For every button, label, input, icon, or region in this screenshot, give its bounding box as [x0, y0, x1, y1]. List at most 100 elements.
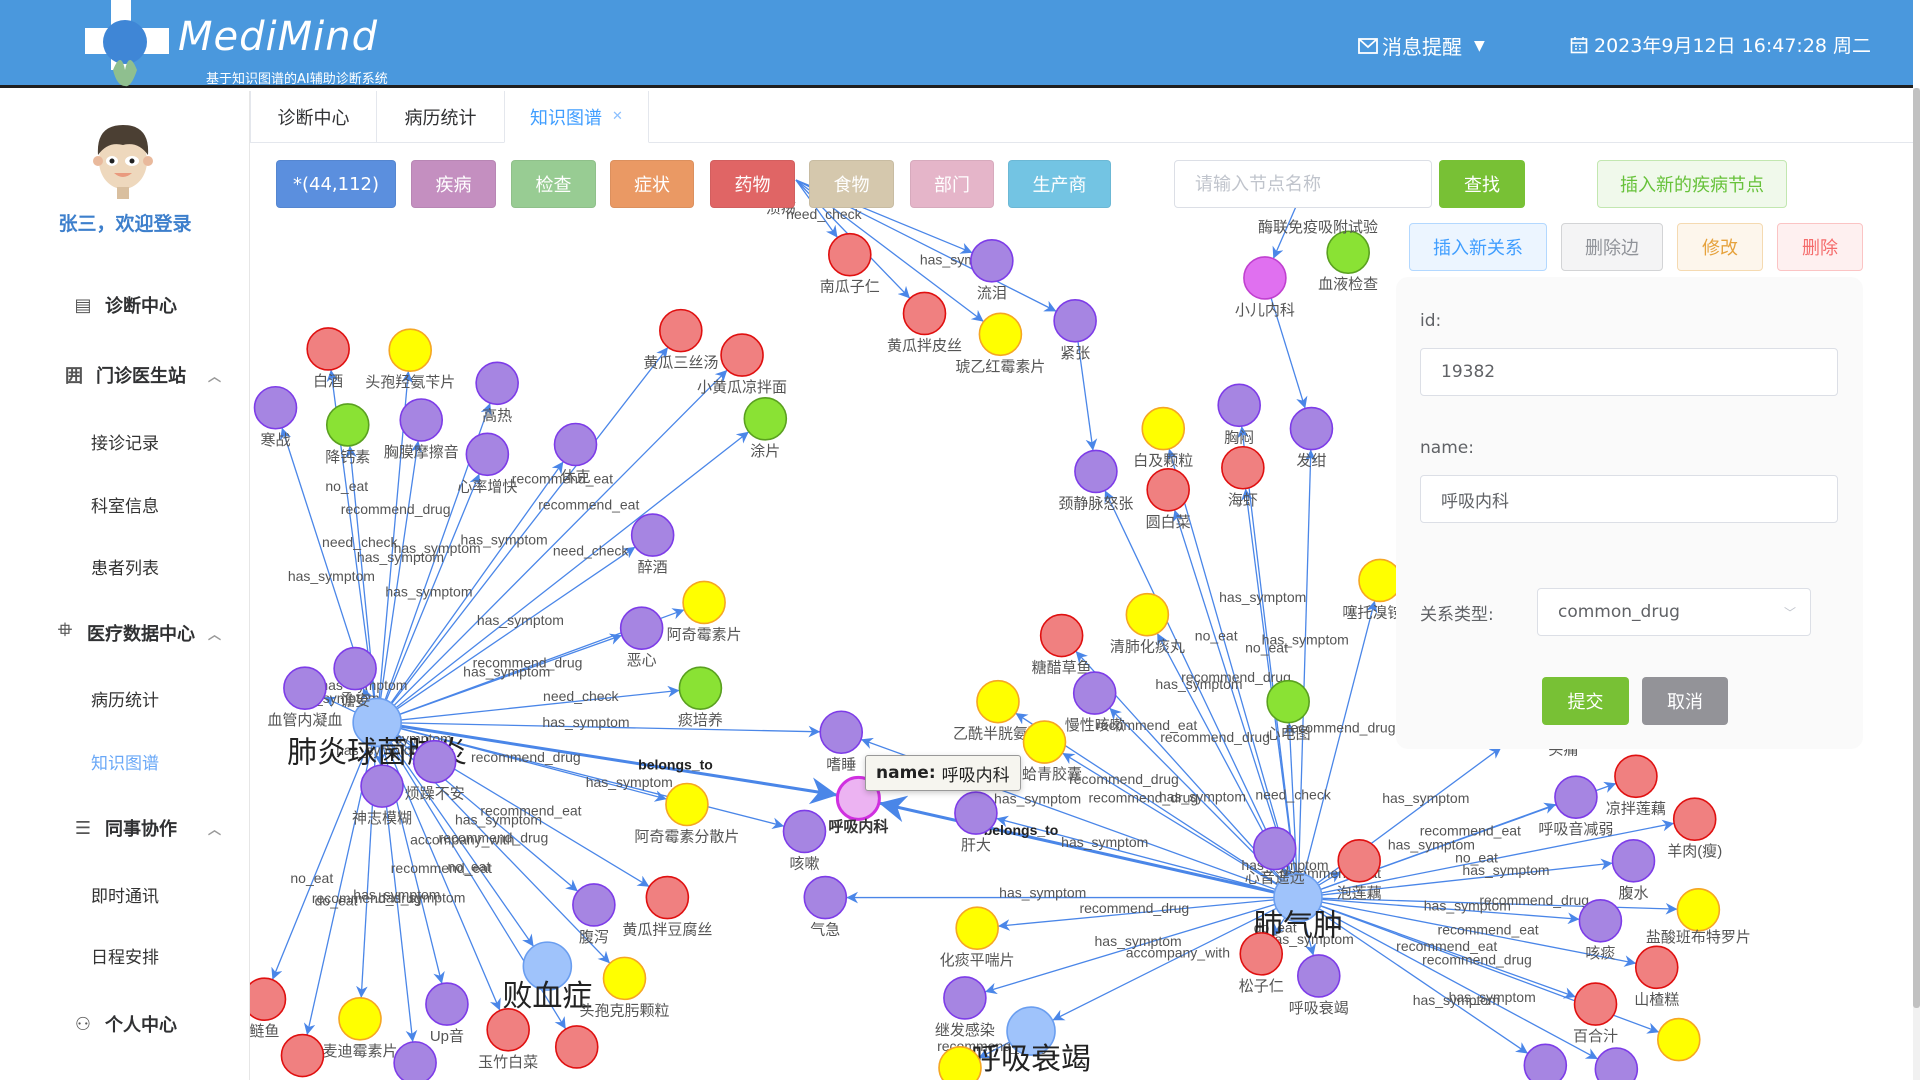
- graph-node-symptom[interactable]: [465, 432, 510, 477]
- graph-node-food[interactable]: [720, 333, 764, 377]
- sidebar-item-4[interactable]: 患者列表: [0, 546, 250, 586]
- graph-node-food[interactable]: [902, 291, 947, 336]
- graph-node-symptom[interactable]: [393, 1041, 437, 1080]
- scrollbar-thumb[interactable]: [1913, 88, 1920, 1008]
- sidebar-item-10[interactable]: 日程安排: [0, 935, 250, 975]
- graph-node-symptom[interactable]: [1252, 826, 1297, 871]
- graph-node-food[interactable]: [1634, 945, 1679, 990]
- graph-node-symptom[interactable]: [970, 239, 1014, 283]
- graph-node-check[interactable]: [325, 403, 370, 447]
- sidebar-item-2[interactable]: 接诊记录: [0, 421, 250, 461]
- graph-node-symptom[interactable]: [1053, 299, 1097, 343]
- tab-diagnosis-center[interactable]: 诊断中心: [250, 91, 377, 143]
- sidebar-item-5[interactable]: ⯐ 医疗数据中心 ︿: [0, 613, 250, 653]
- graph-node-food[interactable]: [1614, 754, 1658, 799]
- graph-node-symptom[interactable]: [412, 739, 457, 784]
- graph-node-food[interactable]: [659, 308, 703, 353]
- graph-node-symptom[interactable]: [1289, 406, 1334, 451]
- graph-node-symptom[interactable]: [1072, 671, 1117, 715]
- graph-node-symptom[interactable]: [1611, 839, 1656, 883]
- graph-node-drug[interactable]: [682, 580, 726, 625]
- graph-node-symptom[interactable]: [475, 361, 519, 406]
- sidebar-item-11[interactable]: ⚇ 个人中心: [0, 1004, 250, 1044]
- graph-node-food[interactable]: [1573, 982, 1618, 1026]
- graph-node-department[interactable]: [1243, 256, 1287, 300]
- sidebar-item-7[interactable]: 知识图谱: [0, 741, 250, 781]
- graph-edge[interactable]: [878, 795, 1299, 900]
- graph-node-symptom[interactable]: [1074, 449, 1118, 494]
- sidebar-item-1[interactable]: 囲门诊医生站 ︿: [0, 355, 250, 395]
- relation-type-select[interactable]: common_drug ﹀: [1537, 588, 1811, 636]
- filter-button-2[interactable]: 检查: [511, 160, 596, 208]
- graph-node-check[interactable]: [678, 666, 723, 710]
- sidebar-item-3[interactable]: 科室信息: [0, 484, 250, 524]
- graph-node-symptom[interactable]: [954, 791, 998, 835]
- filter-button-5[interactable]: 食物: [809, 160, 894, 208]
- graph-node-drug[interactable]: [602, 956, 647, 1001]
- graph-node-symptom[interactable]: [572, 883, 616, 927]
- chevron-up-icon[interactable]: ︿: [208, 366, 221, 385]
- graph-node-food[interactable]: [1221, 445, 1265, 490]
- graph-node-food[interactable]: [554, 1025, 599, 1069]
- graph-node-symptom[interactable]: [782, 809, 827, 854]
- graph-node-symptom[interactable]: [283, 666, 327, 710]
- graph-edge[interactable]: [1297, 449, 1317, 898]
- sidebar-item-6[interactable]: 病历统计: [0, 678, 250, 718]
- close-tab-icon[interactable]: ✕: [612, 109, 623, 124]
- graph-node-food[interactable]: [645, 875, 690, 920]
- chevron-up-icon[interactable]: ︿: [208, 624, 221, 643]
- graph-node-symptom[interactable]: [619, 606, 664, 650]
- graph-node-food[interactable]: [250, 977, 287, 1021]
- graph-node-drug[interactable]: [1141, 406, 1186, 451]
- graph-node-symptom[interactable]: [943, 976, 987, 1020]
- graph-node-symptom[interactable]: [1594, 1047, 1639, 1080]
- insert-relation-button[interactable]: 插入新关系: [1409, 223, 1547, 271]
- graph-node-drug[interactable]: [938, 1045, 982, 1080]
- graph-node-check[interactable]: [1266, 679, 1310, 724]
- graph-node-drug[interactable]: [976, 679, 1020, 724]
- filter-button-6[interactable]: 部门: [910, 160, 994, 208]
- graph-node-food[interactable]: [1146, 467, 1190, 512]
- filter-button-1[interactable]: 疾病: [411, 160, 496, 208]
- graph-node-drug[interactable]: [1656, 1017, 1701, 1062]
- graph-node-symptom[interactable]: [1523, 1043, 1568, 1080]
- id-field[interactable]: 19382: [1420, 348, 1838, 396]
- search-button[interactable]: 查找: [1439, 160, 1525, 208]
- modify-button[interactable]: 修改: [1677, 223, 1763, 271]
- graph-node-food[interactable]: [280, 1033, 325, 1078]
- graph-node-drug[interactable]: [1125, 592, 1170, 637]
- graph-node-symptom[interactable]: [630, 513, 675, 557]
- graph-node-drug[interactable]: [338, 996, 382, 1041]
- filter-button-0[interactable]: *(44,112): [276, 160, 396, 208]
- graph-node-symptom[interactable]: [553, 422, 598, 467]
- tab-knowledge-graph[interactable]: 知识图谱 ✕: [504, 91, 649, 143]
- graph-node-drug[interactable]: [665, 782, 709, 827]
- graph-node-symptom[interactable]: [1217, 383, 1261, 428]
- filter-button-4[interactable]: 药物: [710, 160, 795, 208]
- graph-node-check[interactable]: [1326, 230, 1370, 275]
- graph-node-symptom[interactable]: [1554, 775, 1598, 819]
- delete-edge-button[interactable]: 删除边: [1561, 223, 1663, 271]
- graph-node-drug[interactable]: [388, 328, 433, 373]
- graph-node-symptom[interactable]: [399, 398, 444, 442]
- delete-button[interactable]: 删除: [1777, 223, 1863, 271]
- sidebar-item-8[interactable]: ☰ 同事协作 ︿: [0, 808, 250, 848]
- graph-node-food[interactable]: [1239, 932, 1284, 976]
- sidebar-item-0[interactable]: ▤ 诊断中心: [0, 285, 250, 325]
- graph-node-symptom[interactable]: [803, 875, 848, 920]
- graph-node-drug[interactable]: [1022, 720, 1067, 764]
- graph-node-check[interactable]: [743, 396, 788, 441]
- graph-node-symptom[interactable]: [819, 710, 864, 755]
- node-search-input[interactable]: [1174, 160, 1432, 208]
- graph-node-symptom[interactable]: [253, 385, 298, 430]
- graph-node-drug[interactable]: [955, 906, 999, 950]
- graph-node-drug[interactable]: [1676, 888, 1721, 932]
- insert-disease-node-button[interactable]: 插入新的疾病节点: [1597, 160, 1787, 208]
- graph-node-food[interactable]: [1039, 613, 1084, 658]
- graph-node-food[interactable]: [828, 232, 872, 277]
- tab-record-stats[interactable]: 病历统计: [376, 91, 505, 143]
- graph-node-food[interactable]: [486, 1008, 530, 1052]
- cancel-button[interactable]: 取消: [1642, 677, 1728, 725]
- name-field[interactable]: 呼吸内科: [1420, 475, 1838, 523]
- chevron-up-icon[interactable]: ︿: [208, 819, 221, 838]
